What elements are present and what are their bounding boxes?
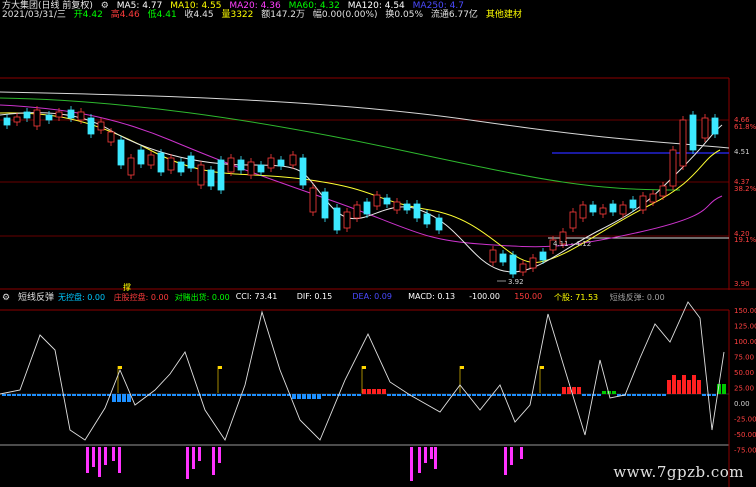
mid-price-mark: 4.11 - 4.12: [553, 240, 591, 248]
price-chart[interactable]: 3.92 4.11 - 4.12 4.6661.8%4.514.3738.2%4…: [0, 0, 756, 290]
indicator-axis-label: -50.00: [734, 431, 756, 439]
indicator-axis-label: 75.00: [734, 354, 754, 362]
watermark: www.7gpzb.com: [613, 463, 744, 481]
price-axis: 4.6661.8%4.514.3738.2%4.2019.1%3.90: [734, 116, 756, 288]
low-price-mark: 3.92: [508, 278, 524, 286]
indicator-axis-label: 100.00: [734, 338, 756, 346]
price-axis-label: 61.8%: [734, 123, 756, 131]
price-axis-label: 19.1%: [734, 236, 756, 244]
indicator-axis-label: -75.00: [734, 447, 756, 455]
indicator-axis-label: 125.00: [734, 323, 756, 331]
price-axis-label: 38.2%: [734, 185, 756, 193]
indicator-axis-label: -25.00: [734, 416, 756, 424]
indicator-axis-label: 0.00: [734, 400, 750, 408]
indicator-chart[interactable]: 150.00 125.00 100.00 75.00 50.00 25.00 0.00 -25…: [0, 290, 756, 487]
indicator-axis: 150.00 125.00 100.00 75.00 50.00 25.00 0.00 -25…: [734, 307, 756, 455]
indicator-axis-label: 25.00: [734, 385, 754, 393]
indicator-axis-label: 150.00: [734, 307, 756, 315]
indicator-axis-label: 50.00: [734, 369, 754, 377]
candlesticks: [3, 106, 719, 278]
price-axis-label: 3.90: [734, 280, 750, 288]
price-axis-label: 4.51: [734, 148, 750, 156]
